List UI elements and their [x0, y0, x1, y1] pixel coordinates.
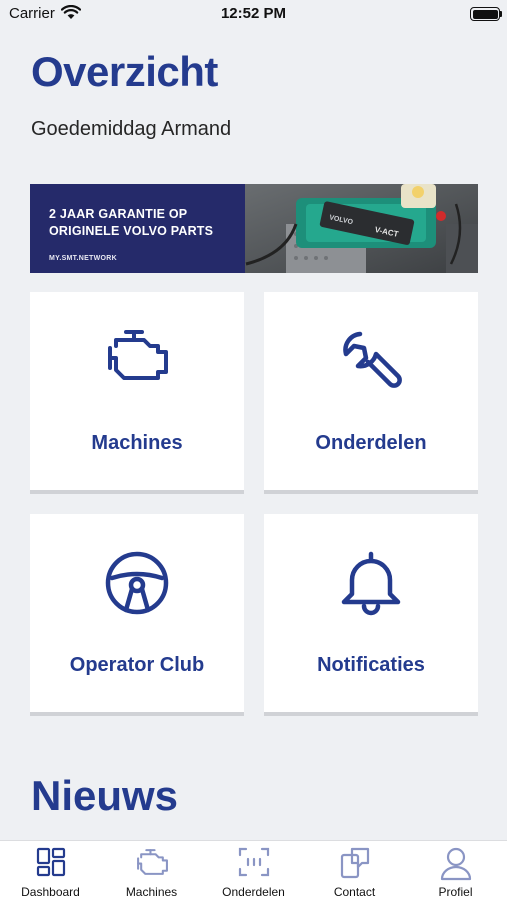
tab-label: Contact: [333, 885, 376, 899]
tile-label: Machines: [91, 432, 183, 454]
tab-profiel[interactable]: Profiel: [405, 841, 506, 900]
news-title: Nieuws: [31, 772, 179, 819]
battery-icon: [470, 7, 500, 21]
tab-label: Profiel: [438, 885, 473, 899]
bell-icon: [264, 550, 478, 621]
tile-notificaties[interactable]: Notificaties: [264, 514, 478, 716]
tab-label: Onderdelen: [222, 885, 285, 899]
banner-url: MY.SMT.NETWORK: [49, 255, 117, 262]
tab-onderdelen[interactable]: Onderdelen: [203, 841, 304, 900]
greeting-text: Goedemiddag Armand: [31, 118, 232, 140]
banner-line-2: ORIGINELE VOLVO PARTS: [49, 224, 214, 238]
status-bar: Carrier 12:52 PM: [0, 0, 507, 30]
tab-dashboard[interactable]: Dashboard: [0, 841, 101, 900]
tile-label: Notificaties: [317, 654, 425, 676]
profile-icon: [405, 847, 506, 886]
wrench-icon: [264, 328, 478, 399]
tab-label: Dashboard: [21, 885, 80, 899]
promo-banner[interactable]: VOLVO V-ACT 2 JAAR GARANTIE OP ORIGINELE…: [30, 184, 478, 273]
steering-wheel-icon: [30, 550, 244, 621]
contact-icon: [304, 847, 405, 884]
tab-contact[interactable]: Contact: [304, 841, 405, 900]
tab-bar: Dashboard Machines Onderdelen Contact Pr…: [0, 840, 507, 900]
tile-operator-club[interactable]: Operator Club: [30, 514, 244, 716]
tab-machines[interactable]: Machines: [101, 841, 202, 900]
tab-label: Machines: [125, 885, 178, 899]
scan-icon: [203, 847, 304, 882]
engine-icon: [101, 847, 202, 882]
tile-onderdelen[interactable]: Onderdelen: [264, 292, 478, 494]
engine-icon: [30, 328, 244, 387]
tile-label: Onderdelen: [315, 432, 427, 454]
page-title: Overzicht: [31, 48, 218, 95]
dashboard-icon: [0, 847, 101, 882]
tile-machines[interactable]: Machines: [30, 292, 244, 494]
banner-line-1: 2 JAAR GARANTIE OP: [49, 207, 188, 221]
tile-label: Operator Club: [69, 654, 205, 676]
dashboard-screen: Carrier 12:52 PM Overzicht Goedemiddag A…: [0, 0, 507, 900]
engine-photo: VOLVO V-ACT: [226, 184, 478, 273]
clock: 12:52 PM: [220, 5, 287, 22]
battery-tip: [500, 11, 502, 17]
